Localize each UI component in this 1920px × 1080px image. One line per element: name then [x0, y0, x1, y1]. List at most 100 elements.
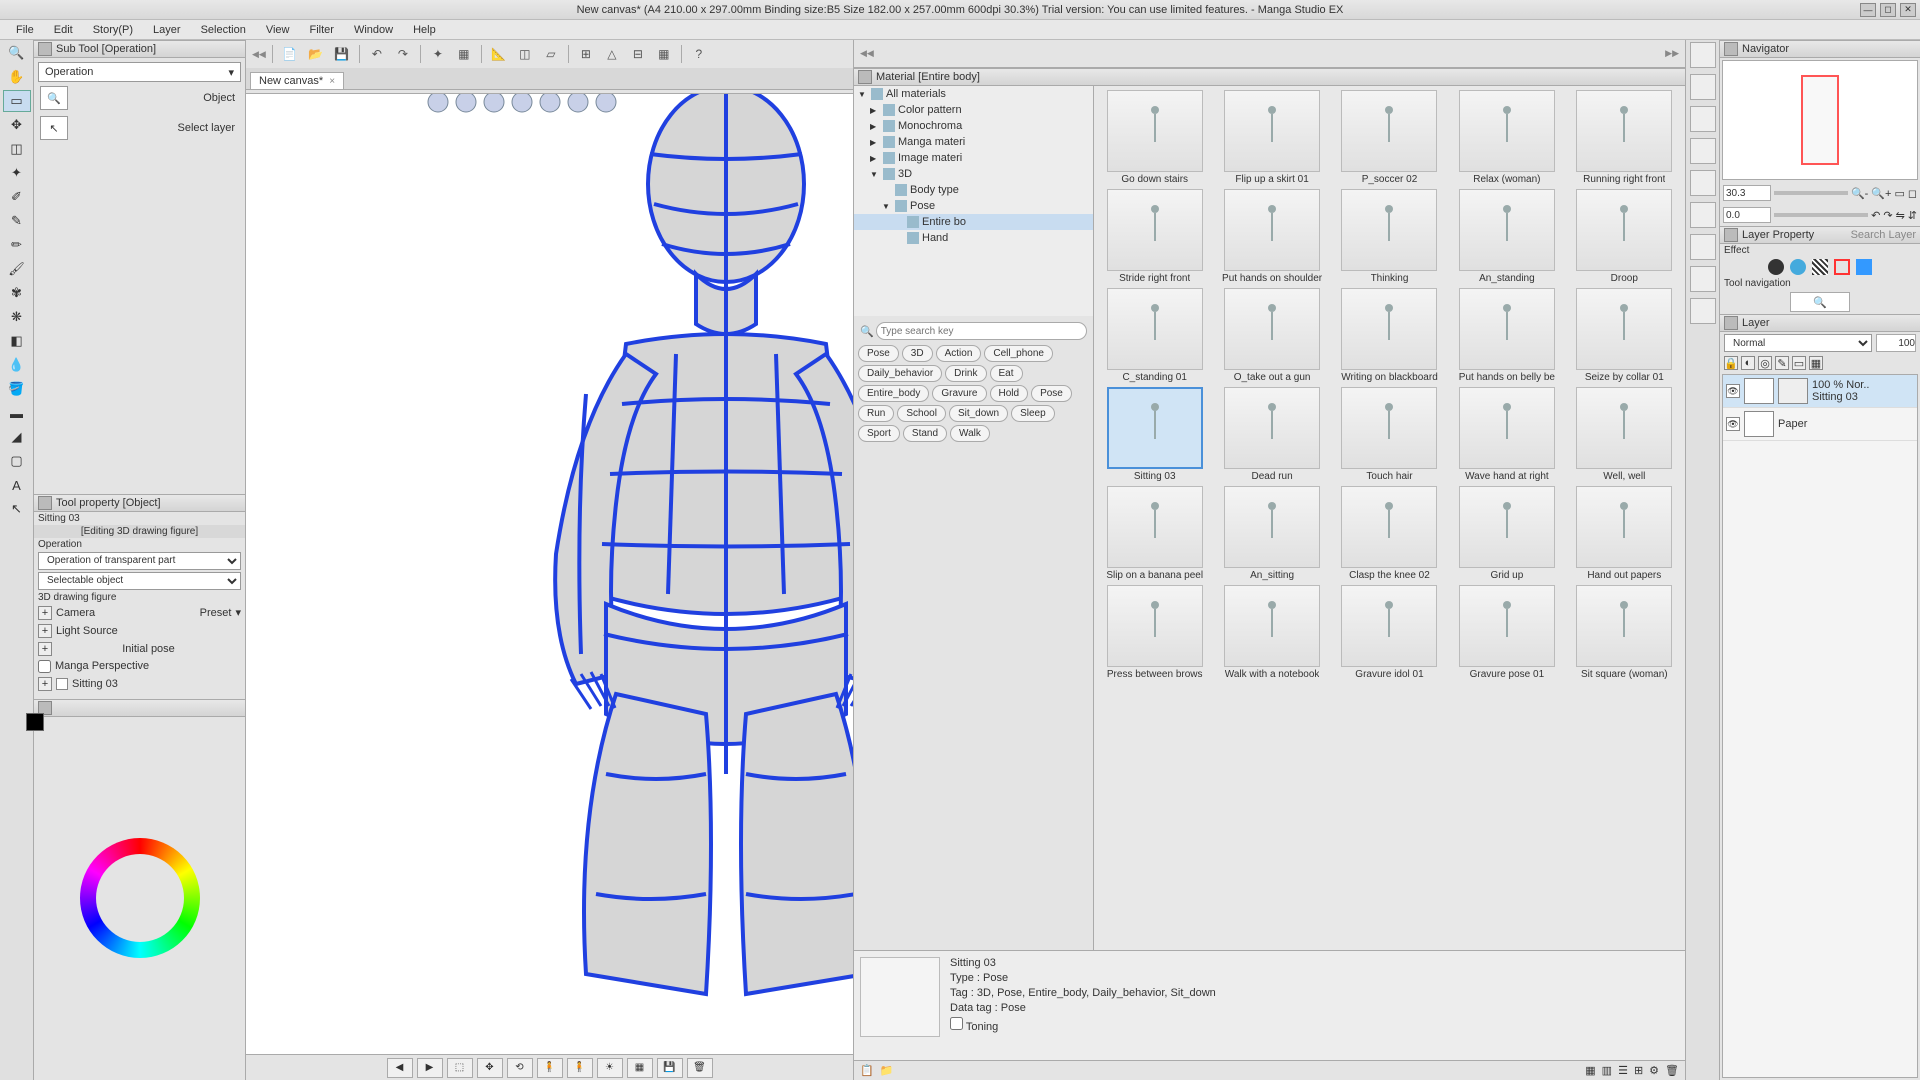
qa-icon[interactable]: [1690, 234, 1716, 260]
expand-icon[interactable]: +: [38, 677, 52, 691]
shape-tool-icon[interactable]: ◢: [3, 426, 31, 448]
ruler3-icon[interactable]: ▱: [540, 43, 562, 65]
manga-perspective-checkbox[interactable]: [38, 660, 51, 673]
qa-icon[interactable]: [1690, 42, 1716, 68]
prev-icon[interactable]: ◀: [387, 1058, 413, 1078]
subtool-combo[interactable]: Operation▾: [38, 62, 241, 82]
grid-icon[interactable]: ▦: [453, 43, 475, 65]
ruler-icon[interactable]: 📐: [488, 43, 510, 65]
zoom-in-icon[interactable]: 🔍+: [1871, 187, 1891, 200]
material-item[interactable]: Thinking: [1333, 189, 1446, 284]
menu-file[interactable]: File: [6, 22, 44, 38]
figure-3d[interactable]: [406, 94, 853, 1054]
tree-node[interactable]: ▶Monochroma: [854, 118, 1093, 134]
eraser-tool-icon[interactable]: ◧: [3, 330, 31, 352]
fit-icon[interactable]: ▭: [1894, 187, 1904, 200]
tag-button[interactable]: Stand: [903, 425, 947, 442]
lock-icon[interactable]: 🔒: [1724, 356, 1738, 370]
flipv-icon[interactable]: ⇵: [1908, 209, 1917, 222]
qa-icon[interactable]: [1690, 266, 1716, 292]
material-item[interactable]: Touch hair: [1333, 387, 1446, 482]
qa-icon[interactable]: [1690, 170, 1716, 196]
new-icon[interactable]: 📄: [279, 43, 301, 65]
rotl-icon[interactable]: ↶: [1871, 209, 1880, 222]
opacity-input[interactable]: [1876, 334, 1916, 352]
tree-node[interactable]: ▶Manga materi: [854, 134, 1093, 150]
transparent-part-select[interactable]: Operation of transparent part: [38, 552, 241, 570]
pencil-tool-icon[interactable]: ✏: [3, 234, 31, 256]
floor-icon[interactable]: ▦: [627, 1058, 653, 1078]
navigator-view[interactable]: [1722, 60, 1918, 180]
effect-border-icon[interactable]: [1834, 259, 1850, 275]
search-input[interactable]: [876, 322, 1087, 340]
fg-swatch[interactable]: [26, 713, 44, 731]
help-icon[interactable]: ?: [688, 43, 710, 65]
tree-node[interactable]: ▼3D: [854, 166, 1093, 182]
selectlayer-subtool-icon[interactable]: ↖: [40, 116, 68, 140]
fig1-icon[interactable]: 🧍: [537, 1058, 563, 1078]
material-item[interactable]: Put hands on belly be: [1450, 288, 1563, 383]
material-item[interactable]: Press between brows: [1098, 585, 1211, 680]
tag-button[interactable]: Walk: [950, 425, 990, 442]
material-item[interactable]: C_standing 01: [1098, 288, 1211, 383]
material-item[interactable]: Seize by collar 01: [1568, 288, 1681, 383]
tag-button[interactable]: Pose: [858, 345, 899, 362]
material-item[interactable]: Go down stairs: [1098, 90, 1211, 185]
material-item[interactable]: Grid up: [1450, 486, 1563, 581]
tag-button[interactable]: Sleep: [1011, 405, 1055, 422]
tab-close-icon[interactable]: ×: [329, 76, 335, 87]
fliph-icon[interactable]: ⇋: [1896, 209, 1905, 222]
tree-node[interactable]: ▶Image materi: [854, 150, 1093, 166]
airbrush-tool-icon[interactable]: ✾: [3, 282, 31, 304]
qa-icon[interactable]: [1690, 74, 1716, 100]
material-item[interactable]: Sit square (woman): [1568, 585, 1681, 680]
light-icon[interactable]: ☀: [597, 1058, 623, 1078]
menu-window[interactable]: Window: [344, 22, 403, 38]
blend-mode-select[interactable]: Normal: [1724, 334, 1872, 352]
eye-icon[interactable]: 👁: [1726, 417, 1740, 431]
cam3-icon[interactable]: ⟲: [507, 1058, 533, 1078]
zoom-tool-icon[interactable]: 🔍: [3, 42, 31, 64]
prop-icon[interactable]: ⚙: [1649, 1064, 1659, 1077]
folder-icon[interactable]: 📁: [880, 1064, 894, 1077]
material-grid[interactable]: Go down stairsFlip up a skirt 01P_soccer…: [1094, 86, 1685, 950]
tree-node[interactable]: ▶Color pattern: [854, 102, 1093, 118]
gradient-tool-icon[interactable]: ▬: [3, 402, 31, 424]
view-detail-icon[interactable]: ⊞: [1634, 1064, 1643, 1077]
mask-icon[interactable]: ▭: [1792, 356, 1806, 370]
tag-button[interactable]: Cell_phone: [984, 345, 1053, 362]
effect-tone-icon[interactable]: [1790, 259, 1806, 275]
zoom-input[interactable]: [1723, 185, 1771, 201]
persp-icon[interactable]: △: [601, 43, 623, 65]
object-subtool-icon[interactable]: 🔍: [40, 86, 68, 110]
material-item[interactable]: Relax (woman): [1450, 90, 1563, 185]
tree-node[interactable]: ▼All materials: [854, 86, 1093, 102]
brush-tool-icon[interactable]: 🖌: [3, 258, 31, 280]
view-list-icon[interactable]: ☰: [1618, 1064, 1628, 1077]
menu-selection[interactable]: Selection: [191, 22, 256, 38]
frame-tool-icon[interactable]: ▢: [3, 450, 31, 472]
tag-button[interactable]: School: [897, 405, 946, 422]
eye-icon[interactable]: 👁: [1726, 384, 1740, 398]
fig2-icon[interactable]: 🧍: [567, 1058, 593, 1078]
tag-button[interactable]: 3D: [902, 345, 933, 362]
tag-button[interactable]: Daily_behavior: [858, 365, 942, 382]
marquee-tool-icon[interactable]: ◫: [3, 138, 31, 160]
menu-filter[interactable]: Filter: [300, 22, 344, 38]
tag-button[interactable]: Action: [936, 345, 982, 362]
correct-tool-icon[interactable]: ↖: [3, 498, 31, 520]
canvas[interactable]: [246, 94, 853, 1054]
view-small-icon[interactable]: ▥: [1602, 1064, 1612, 1077]
text-tool-icon[interactable]: A: [3, 474, 31, 496]
tree-node[interactable]: Hand: [854, 230, 1093, 246]
material-item[interactable]: Gravure idol 01: [1333, 585, 1446, 680]
tree-node[interactable]: Entire bo: [854, 214, 1093, 230]
material-item[interactable]: P_soccer 02: [1333, 90, 1446, 185]
view-large-icon[interactable]: ▦: [1585, 1064, 1595, 1077]
hand-tool-icon[interactable]: ✋: [3, 66, 31, 88]
undo-icon[interactable]: ↶: [366, 43, 388, 65]
material-item[interactable]: Droop: [1568, 189, 1681, 284]
save-pose-icon[interactable]: 💾: [657, 1058, 683, 1078]
fill-tool-icon[interactable]: 🪣: [3, 378, 31, 400]
eyedropper-tool-icon[interactable]: ✐: [3, 186, 31, 208]
